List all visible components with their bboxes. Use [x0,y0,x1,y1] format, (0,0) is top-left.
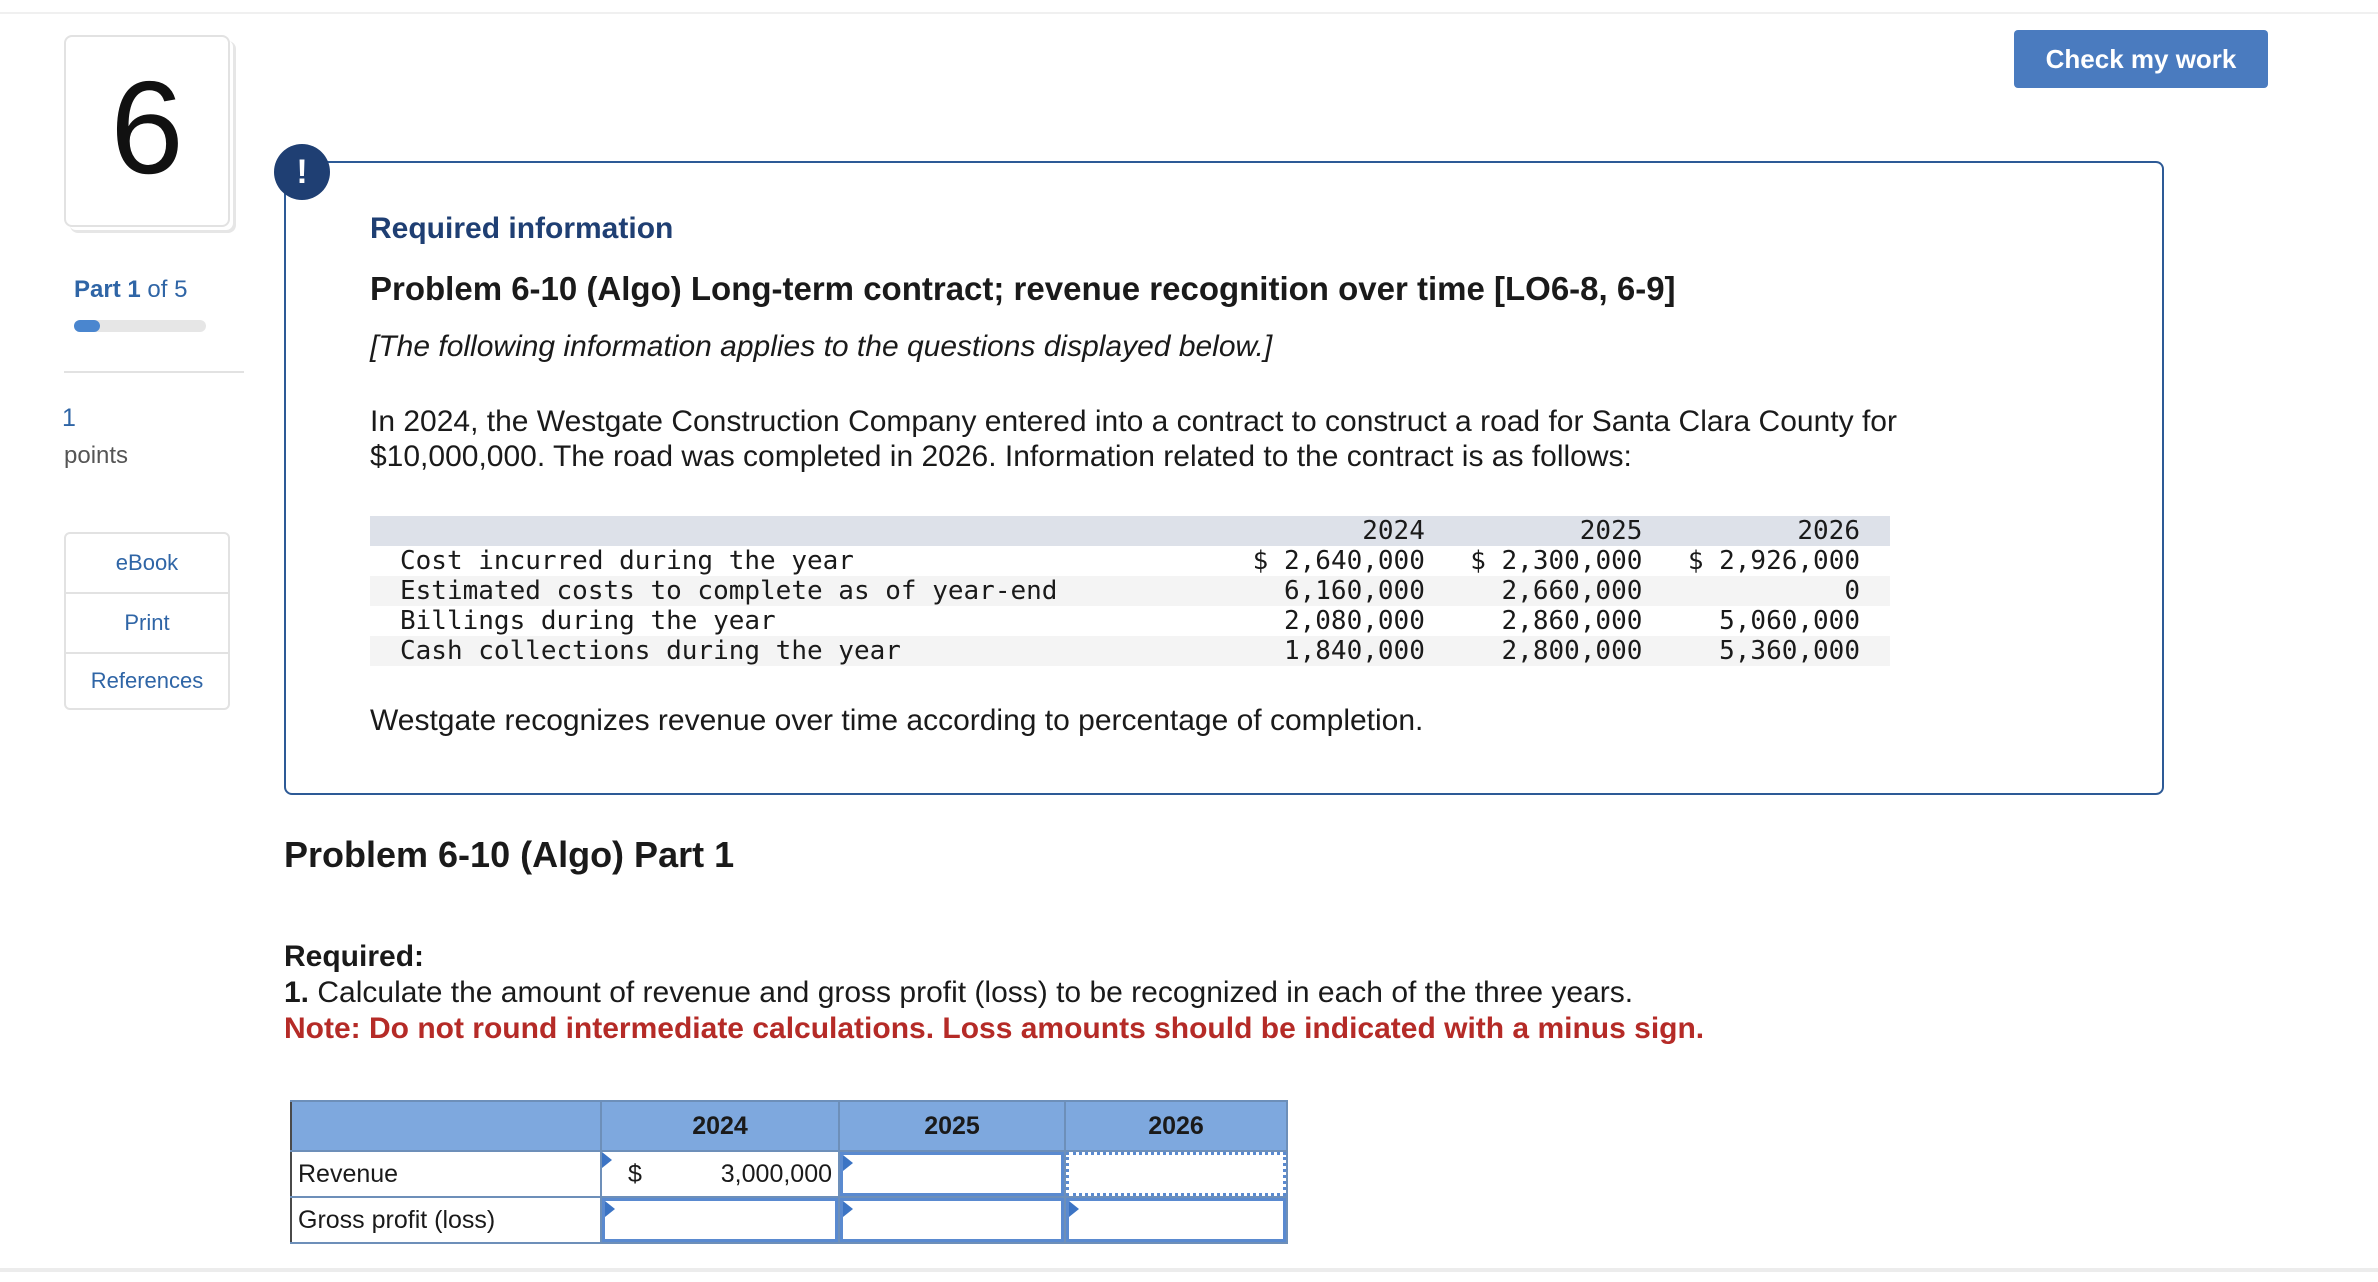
row-label: Cash collections during the year [370,636,1208,666]
part-progress-fill [74,320,101,332]
required-item-number: 1. [284,976,310,1009]
answer-row-label: Gross profit (loss) [290,1196,602,1244]
cell-value: 2,860,000 [1424,606,1643,636]
part-progress-bar [74,320,206,332]
part-indicator: Part 1 of 5 [74,276,187,304]
header-year-2025: 2025 [1424,516,1643,546]
revenue-2026-input[interactable] [1066,1152,1286,1196]
row-label: Cost incurred during the year [370,546,1208,576]
part-current: 1 [127,276,141,303]
input-marker-icon [602,1152,612,1168]
revenue-2025-cell [838,1150,1066,1198]
gross-profit-2025-cell [838,1196,1066,1244]
row-label: Billings during the year [370,606,1208,636]
answer-header-2025: 2025 [838,1100,1066,1152]
print-link[interactable]: Print [66,594,228,654]
cell-value: $ 2,640,000 [1207,546,1425,576]
bottom-divider [0,1268,2378,1272]
check-my-work-button[interactable]: Check my work [2014,30,2268,88]
cell-value: 5,360,000 [1642,636,1890,666]
revenue-2025-input[interactable] [840,1152,1064,1196]
header-year-2026: 2026 [1642,516,1890,546]
revenue-2024-cell: $ 3,000,000 [600,1150,840,1198]
revenue-2024-value: 3,000,000 [720,1160,832,1188]
input-marker-icon [843,1155,853,1171]
cell-value: 6,160,000 [1207,576,1425,606]
cell-value: 2,080,000 [1207,606,1425,636]
question-number-card: 6 [64,35,230,227]
applies-note: [The following information applies to th… [370,330,1273,363]
answer-row-revenue: Revenue $ 3,000,000 [290,1150,1288,1198]
answer-row-label: Revenue [290,1150,602,1198]
table-row: Cash collections during the year 1,840,0… [370,636,1890,666]
resource-links: eBook Print References [64,532,230,710]
problem-title: Problem 6-10 (Algo) Long-term contract; … [370,270,1676,307]
cell-value: 2,800,000 [1424,636,1643,666]
required-label: Required: [284,940,425,973]
references-link[interactable]: References [66,654,228,708]
input-marker-icon [843,1201,853,1217]
points-label: points [64,442,129,469]
top-divider [0,12,2378,14]
answer-header-row: 2024 2025 2026 [290,1100,1288,1152]
header-blank [370,516,1208,546]
part-of-total: of 5 [147,276,188,303]
input-marker-icon [605,1201,615,1217]
input-marker-icon [1069,1201,1079,1217]
currency-symbol: $ [628,1160,642,1188]
answer-table: 2024 2025 2026 Revenue $ 3,000,000 Gross… [290,1100,1288,1244]
part-prefix: Part [74,276,121,303]
problem-paragraph: In 2024, the Westgate Construction Compa… [370,405,1897,473]
required-item-text: Calculate the amount of revenue and gros… [309,976,1634,1009]
header-year-2024: 2024 [1207,516,1425,546]
gross-profit-2024-input[interactable] [602,1198,838,1242]
gross-profit-2026-cell [1064,1196,1288,1244]
revenue-2026-cell [1064,1150,1288,1198]
revenue-2024-input[interactable]: $ 3,000,000 [602,1152,838,1196]
cell-value: 0 [1642,576,1890,606]
cell-value: 5,060,000 [1642,606,1890,636]
table-header-row: 2024 2025 2026 [370,516,1890,546]
ebook-link[interactable]: eBook [66,534,228,594]
rounding-note: Note: Do not round intermediate calculat… [284,1012,1705,1045]
required-information-heading: Required information [370,212,674,245]
gross-profit-2025-input[interactable] [840,1198,1064,1242]
gross-profit-2026-input[interactable] [1066,1198,1286,1242]
table-row: Cost incurred during the year $ 2,640,00… [370,546,1890,576]
table-row: Billings during the year 2,080,000 2,860… [370,606,1890,636]
sidebar-divider [64,371,244,373]
required-information-box [284,161,2164,795]
table-row: Estimated costs to complete as of year-e… [370,576,1890,606]
required-item: 1. Calculate the amount of revenue and g… [284,976,1633,1010]
cell-value: 2,660,000 [1424,576,1643,606]
cell-value: $ 2,300,000 [1424,546,1643,576]
recognition-method-text: Westgate recognizes revenue over time ac… [370,704,1424,737]
answer-header-blank [290,1100,602,1152]
gross-profit-2024-cell [600,1196,840,1244]
answer-header-2024: 2024 [600,1100,840,1152]
row-label: Estimated costs to complete as of year-e… [370,576,1208,606]
alert-icon: ! [274,144,330,200]
contract-data-table: 2024 2025 2026 Cost incurred during the … [370,516,1890,666]
cell-value: $ 2,926,000 [1642,546,1890,576]
points-value: 1 [62,404,76,432]
answer-row-gross-profit: Gross profit (loss) [290,1196,1288,1244]
cell-value: 1,840,000 [1207,636,1425,666]
question-number: 6 [110,54,184,201]
answer-header-2026: 2026 [1064,1100,1288,1152]
part-heading: Problem 6-10 (Algo) Part 1 [284,834,735,875]
